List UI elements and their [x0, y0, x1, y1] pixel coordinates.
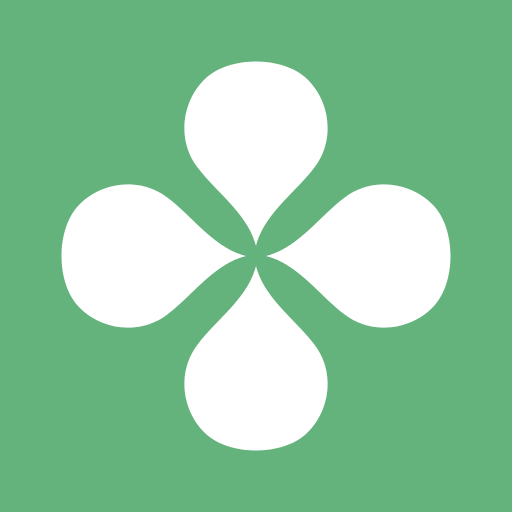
app-icon-tile — [0, 0, 512, 512]
four-petal-clover-icon — [0, 0, 512, 512]
